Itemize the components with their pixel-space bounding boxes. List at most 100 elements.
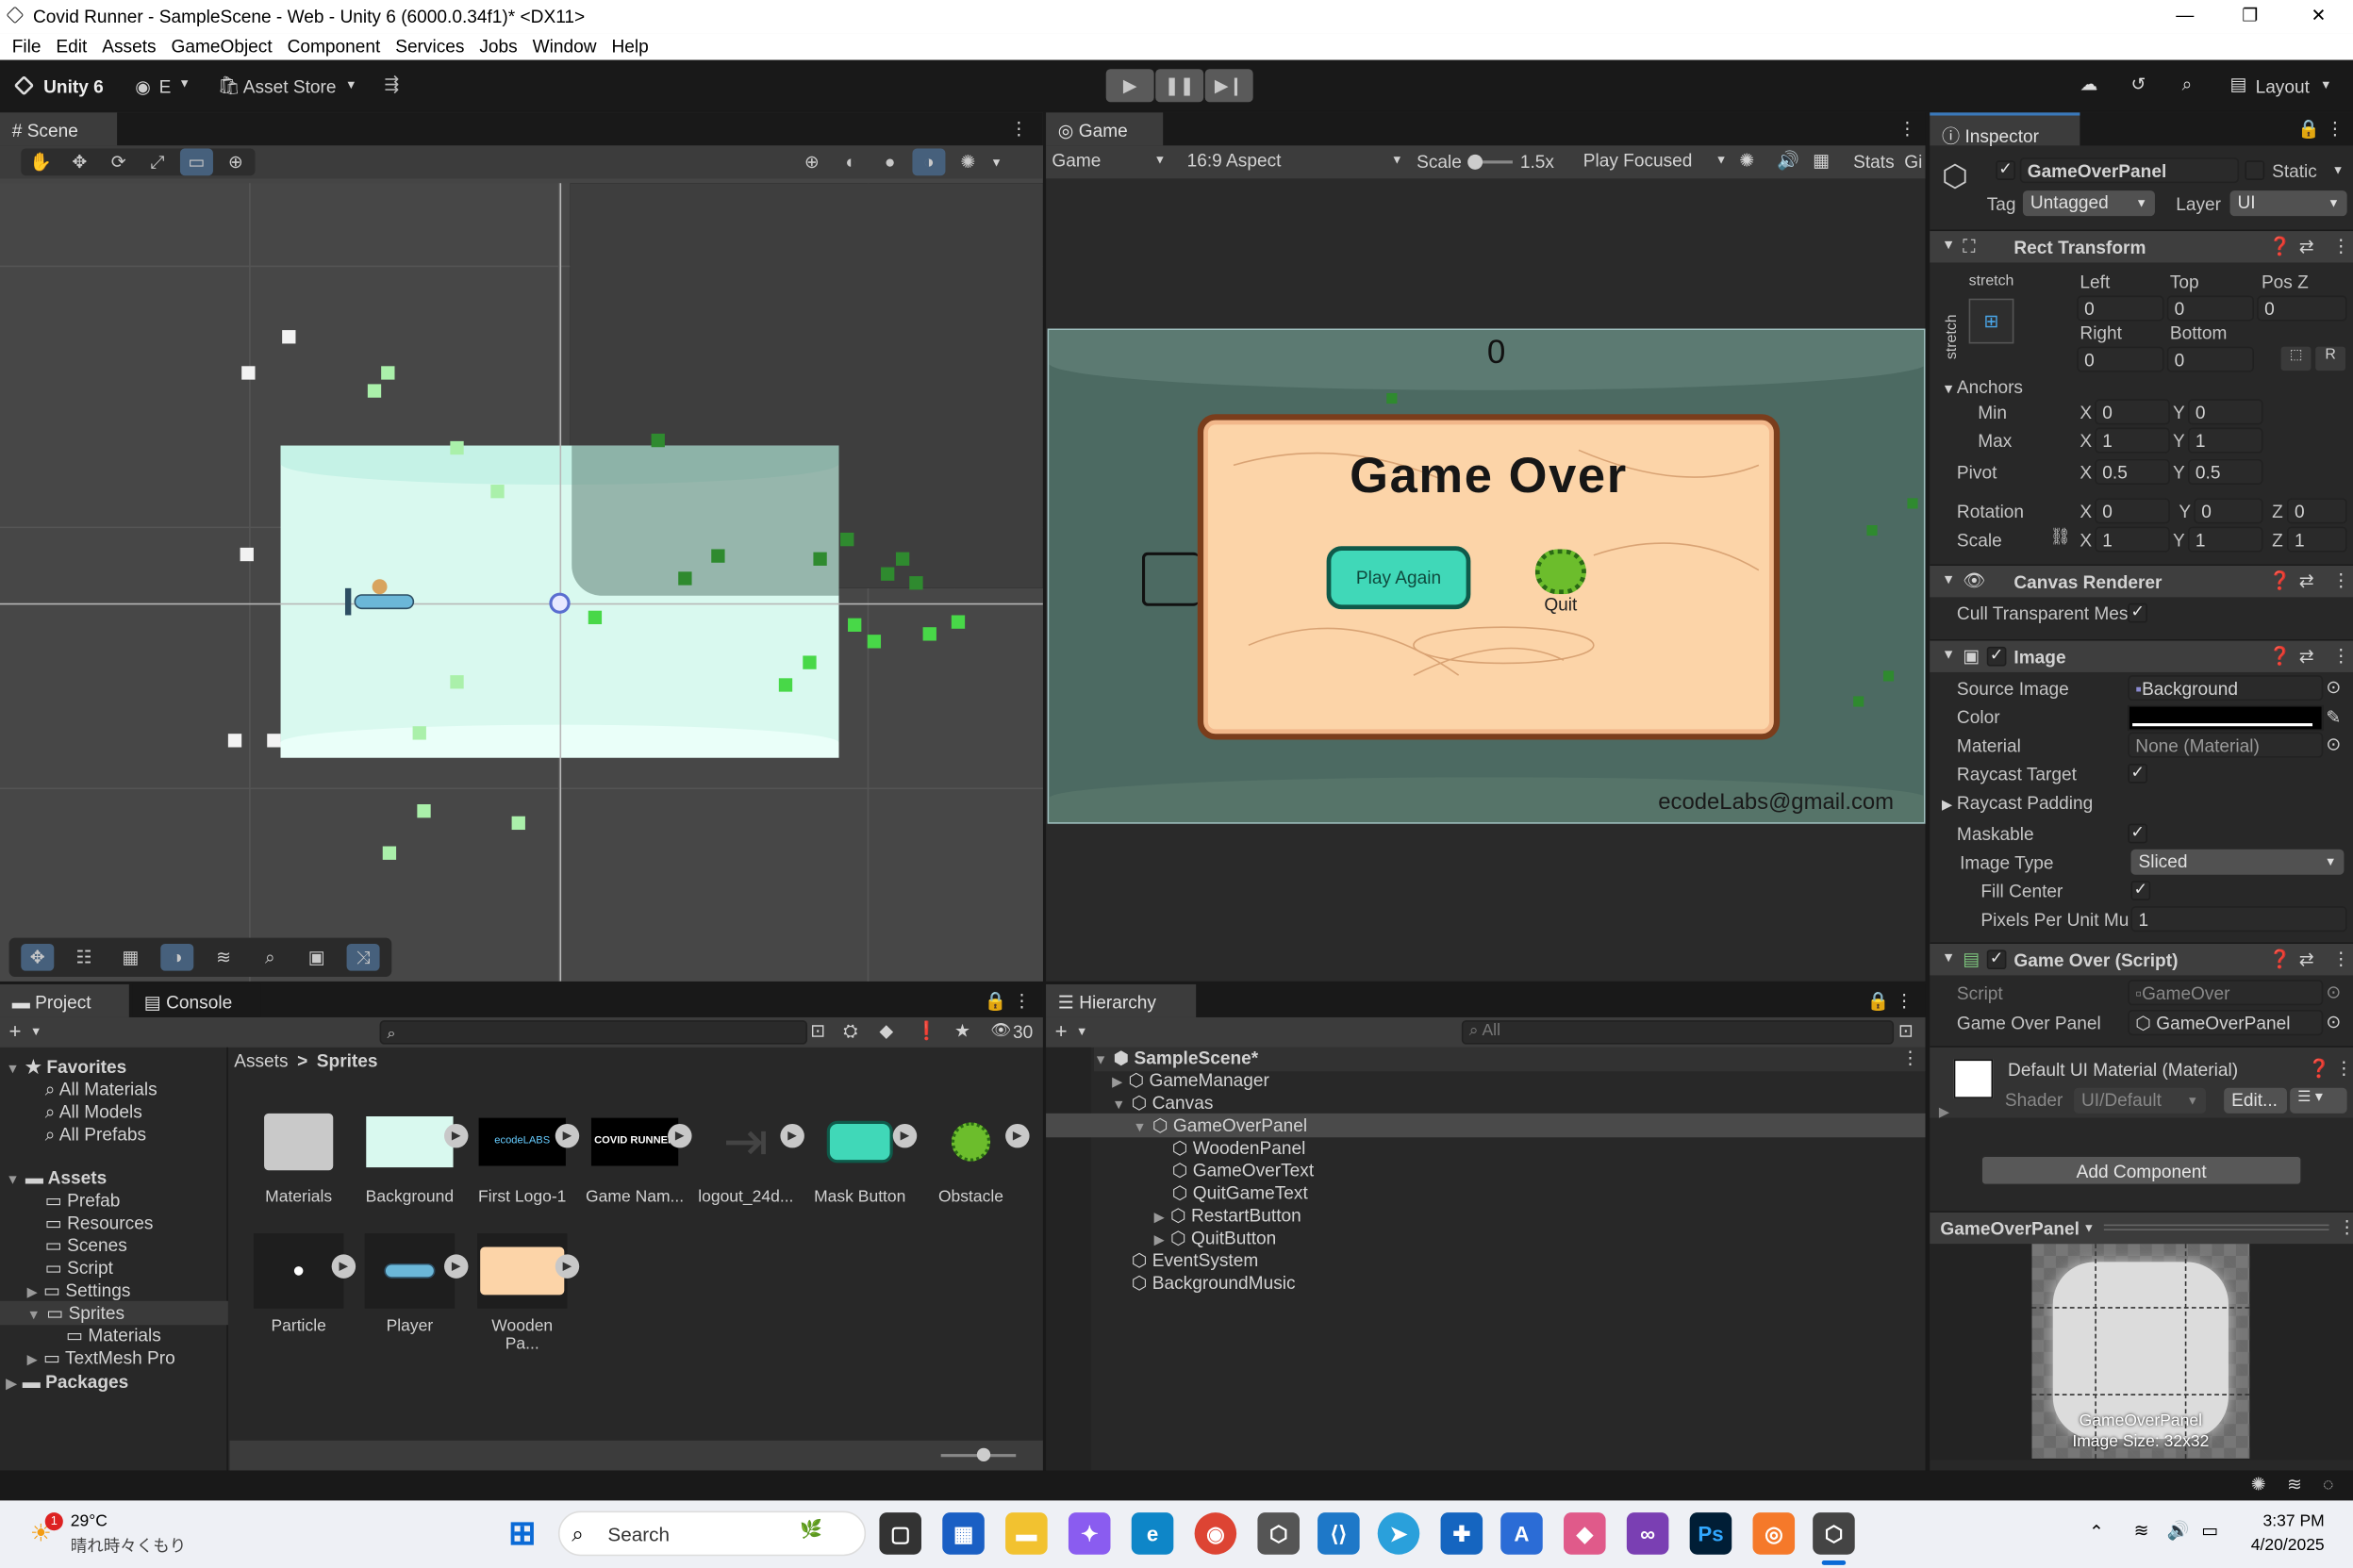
more-icon[interactable]: ⋮ — [2332, 949, 2350, 969]
posz-field[interactable]: 0 — [2257, 295, 2347, 322]
asset-materials-folder[interactable]: Materials — [249, 1104, 348, 1206]
zoom-icon[interactable]: ⌕ — [254, 944, 287, 971]
hierarchy-item[interactable]: ⬡ WoodenPanel — [1172, 1137, 1306, 1158]
lock-icon[interactable]: 🔒 — [2297, 119, 2320, 140]
close-button[interactable]: ✕ — [2311, 5, 2326, 25]
raw-edit-button[interactable]: R — [2315, 346, 2346, 371]
unity-hub-icon[interactable]: ⬡ — [1257, 1512, 1300, 1555]
orientation-icon[interactable]: ◑ — [160, 943, 194, 971]
clock-time[interactable]: 3:37 PM — [2263, 1512, 2325, 1530]
preset-icon[interactable]: ⇄ — [2299, 645, 2314, 666]
anchor-max-x[interactable]: 1 — [2095, 427, 2170, 454]
image-type-dropdown[interactable]: Sliced ▼ — [2130, 849, 2345, 875]
shader-dropdown[interactable]: UI/Default ▼ — [2074, 1087, 2207, 1114]
fill-center-checkbox[interactable]: ✓ — [2130, 881, 2151, 900]
more-icon[interactable]: ⋮ — [2332, 570, 2350, 591]
scale-y[interactable]: 1 — [2187, 526, 2263, 553]
global-icon[interactable]: ⊕ — [795, 149, 828, 176]
edit-shader-button[interactable]: Edit... — [2224, 1087, 2287, 1114]
start-icon[interactable]: ⊞ — [501, 1512, 543, 1555]
preset-icon[interactable]: ⇄ — [2299, 236, 2314, 256]
chevron-up-icon[interactable]: ⌃ — [2089, 1522, 2104, 1543]
ppu-field[interactable]: 1 — [2130, 906, 2347, 933]
expand-icon[interactable]: ▶ — [555, 1123, 580, 1148]
thumbnail-size-slider[interactable] — [940, 1447, 1017, 1462]
object-picker-icon[interactable]: ⊙ — [2326, 677, 2341, 698]
asset-mask-button[interactable]: Mask Button — [810, 1104, 909, 1206]
store-icon[interactable]: ▦ — [942, 1512, 985, 1555]
layer-dropdown[interactable]: UI ▼ — [2229, 190, 2347, 217]
hierarchy-item[interactable]: ⬡ BackgroundMusic — [1132, 1273, 1296, 1294]
hierarchy-item[interactable]: ▶ ⬡ QuitButton — [1154, 1228, 1277, 1248]
play-icon[interactable]: ▶ — [1105, 69, 1154, 103]
vscode-icon[interactable]: ⟨⟩ — [1317, 1512, 1360, 1555]
blender-icon[interactable]: ◎ — [1752, 1512, 1796, 1555]
search-filter-icon[interactable]: ⊡ — [1898, 1020, 1914, 1041]
shuffle-icon[interactable]: ⤨ — [346, 943, 380, 971]
anchor-min-x[interactable]: 0 — [2095, 399, 2170, 425]
eyedropper-icon[interactable]: ✎ — [2326, 707, 2341, 728]
scene-row[interactable]: ▼ ⬢ SampleScene* ⋮ — [1093, 1047, 1926, 1072]
preview-name-dropdown[interactable]: GameOverPanel — [1940, 1218, 2080, 1239]
search-icon[interactable]: ⌕ — [2182, 74, 2193, 96]
assets-node[interactable]: ▼ ▬ Assets — [6, 1167, 107, 1188]
asset-first-logo[interactable]: ecodeLABS First Logo-1 — [472, 1104, 572, 1206]
more-icon[interactable]: ⋮ — [2332, 236, 2350, 256]
2d-toggle-icon[interactable]: ◑ — [912, 148, 946, 176]
tab-game[interactable]: ◎ Game — [1046, 112, 1164, 146]
version-control-icon[interactable]: ⇶ — [384, 74, 399, 94]
add-component-button[interactable]: Add Component — [1980, 1155, 2302, 1186]
gizmos-button[interactable]: Gi — [1904, 152, 1922, 173]
copilot-icon[interactable]: ✦ — [1068, 1512, 1111, 1555]
raycast-target-checkbox[interactable]: ✓ — [2128, 764, 2148, 784]
audio-icon[interactable]: 🔊 — [1777, 150, 1799, 171]
hierarchy-search-input[interactable]: ⌕ All — [1461, 1020, 1895, 1045]
account-dropdown[interactable]: E — [159, 76, 172, 97]
expand-icon[interactable]: ▶ — [443, 1254, 469, 1279]
rotation-x[interactable]: 0 — [2095, 498, 2170, 524]
star-icon[interactable]: ★ — [954, 1020, 970, 1041]
explorer-icon[interactable]: ▬ — [1005, 1512, 1048, 1555]
fav-all-materials[interactable]: ⌕ All Materials — [45, 1079, 157, 1101]
project-search-input[interactable]: ⌕ — [379, 1020, 808, 1045]
active-checkbox[interactable]: ✓ — [1996, 160, 2015, 180]
expand-icon[interactable]: ▶ — [331, 1254, 356, 1279]
help-icon[interactable]: ❓ — [2308, 1058, 2330, 1079]
asset-store-button[interactable]: Asset Store — [243, 76, 337, 97]
more-icon[interactable]: ⋮ — [1013, 990, 1031, 1011]
breadcrumb-sprites[interactable]: Sprites — [317, 1050, 378, 1071]
snap-icon[interactable]: ☷ — [68, 944, 101, 971]
expand-icon[interactable]: ▶ — [1005, 1123, 1030, 1148]
step-icon[interactable]: ▶❙ — [1204, 69, 1253, 103]
expand-icon[interactable]: ▶ — [780, 1123, 804, 1148]
asset-player[interactable]: Player — [360, 1233, 459, 1335]
label-filter-icon[interactable]: ◆ — [879, 1020, 893, 1041]
scale-x[interactable]: 1 — [2095, 526, 2170, 553]
folder-script[interactable]: ▭ Script — [45, 1258, 113, 1279]
more-icon[interactable]: ⋮ — [2332, 645, 2350, 666]
progress-icon[interactable]: ◌ — [2323, 1474, 2333, 1494]
anchor-presets-button[interactable]: ⊞ — [1968, 298, 2014, 344]
folder-sprites[interactable]: ▼ ▭ Sprites — [27, 1302, 124, 1323]
tag-dropdown[interactable]: Untagged ▼ — [2022, 190, 2155, 217]
material-field[interactable]: None (Material) — [2128, 732, 2324, 758]
tab-project[interactable]: ▬ Project — [0, 983, 129, 1017]
more-icon[interactable]: ⋮ — [2338, 1217, 2353, 1238]
fav-all-prefabs[interactable]: ⌕ All Prefabs — [45, 1124, 146, 1147]
preset-icon[interactable]: ⇄ — [2299, 570, 2314, 591]
hierarchy-item[interactable]: ▶ ⬡ GameManager — [1112, 1070, 1269, 1091]
image-enabled-checkbox[interactable]: ✓ — [1986, 646, 2007, 667]
asset-background[interactable]: Background — [360, 1104, 459, 1206]
folder-scenes[interactable]: ▭ Scenes — [45, 1235, 127, 1256]
script-enabled-checkbox[interactable]: ✓ — [1986, 949, 2007, 970]
layers-icon[interactable]: ≋ — [207, 944, 240, 971]
add-icon[interactable]: + — [1055, 1019, 1068, 1043]
scale-tool-icon[interactable]: ⤢ — [141, 149, 174, 176]
hierarchy-item[interactable]: ⬡ GameOverText — [1172, 1160, 1314, 1180]
lock-icon[interactable]: 🔒 — [985, 990, 1007, 1011]
move-overlay-icon[interactable]: ✥ — [21, 943, 55, 971]
clock-date[interactable]: 4/20/2025 — [2251, 1537, 2325, 1555]
more-icon[interactable]: ⋮ — [1896, 990, 1914, 1011]
more-icon[interactable]: ⋮ — [1898, 119, 1916, 140]
cloud-icon[interactable]: ☁ — [2080, 74, 2097, 94]
